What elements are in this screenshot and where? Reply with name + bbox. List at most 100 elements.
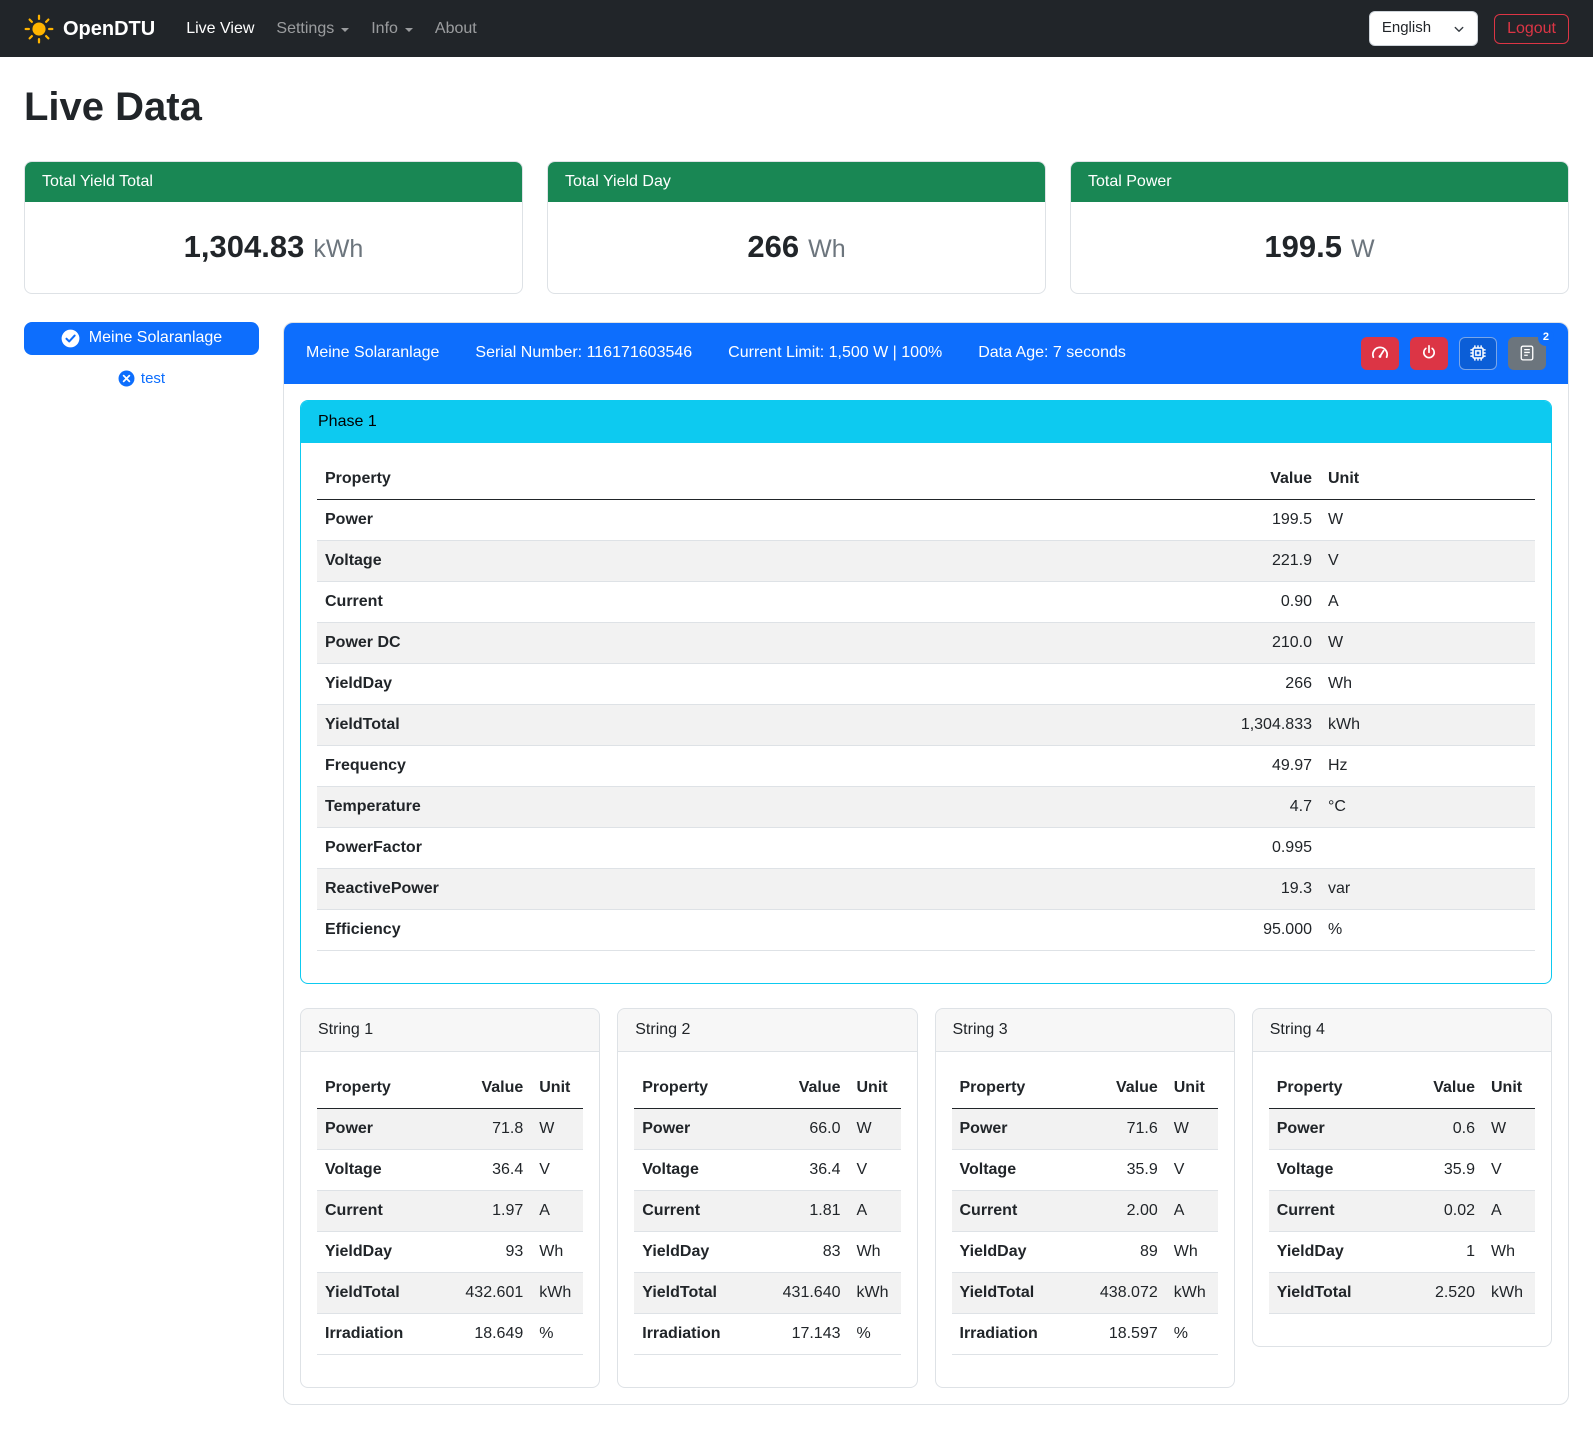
row-unit: A bbox=[1483, 1190, 1535, 1231]
table-row: Current 2.00 A bbox=[952, 1190, 1218, 1231]
row-unit: Wh bbox=[1320, 663, 1535, 704]
row-value: 432.601 bbox=[451, 1272, 531, 1313]
string-table-body: Power 0.6 W Voltage 35.9 V bbox=[1269, 1108, 1535, 1313]
row-property: YieldDay bbox=[1269, 1231, 1403, 1272]
table-row: Temperature 4.7 °C bbox=[317, 786, 1535, 827]
summary-unit: Wh bbox=[808, 231, 846, 269]
row-unit: W bbox=[531, 1108, 583, 1149]
string-table: Property Value Unit Power bbox=[317, 1068, 583, 1355]
nav-live-view[interactable]: Live View bbox=[175, 9, 265, 49]
summary-unit: W bbox=[1351, 231, 1375, 269]
inverter-select-label: Meine Solaranlage bbox=[89, 329, 222, 347]
row-unit: kWh bbox=[1166, 1272, 1218, 1313]
row-value: 2.00 bbox=[1086, 1190, 1166, 1231]
table-row: Power DC 210.0 W bbox=[317, 622, 1535, 663]
logout-button[interactable]: Logout bbox=[1494, 14, 1569, 44]
brand[interactable]: OpenDTU bbox=[24, 14, 155, 44]
table-row: Power 66.0 W bbox=[634, 1108, 900, 1149]
row-unit: kWh bbox=[849, 1272, 901, 1313]
table-row: YieldTotal 2.520 kWh bbox=[1269, 1272, 1535, 1313]
row-property: Power bbox=[317, 499, 1180, 540]
navbar-left: OpenDTU Live View Settings Info About bbox=[24, 9, 488, 49]
page-title: Live Data bbox=[24, 77, 1569, 137]
string-card-4: String 4 Property Value Unit bbox=[1252, 1008, 1552, 1347]
table-row: Current 1.81 A bbox=[634, 1190, 900, 1231]
row-value: 36.4 bbox=[769, 1149, 849, 1190]
row-property: Voltage bbox=[1269, 1149, 1403, 1190]
string-table-body: Power 71.8 W Voltage 36.4 V bbox=[317, 1108, 583, 1354]
row-value: 1.81 bbox=[769, 1190, 849, 1231]
table-row: Power 199.5 W bbox=[317, 499, 1535, 540]
table-row: Voltage 35.9 V bbox=[1269, 1149, 1535, 1190]
row-unit: A bbox=[1166, 1190, 1218, 1231]
nav-live-view-label: Live View bbox=[186, 17, 254, 41]
table-row: Irradiation 18.597 % bbox=[952, 1313, 1218, 1354]
limit-settings-button[interactable] bbox=[1361, 337, 1399, 370]
row-unit: A bbox=[1320, 581, 1535, 622]
summary-card-body: 1,304.83 kWh bbox=[25, 202, 522, 293]
row-value: 1 bbox=[1403, 1231, 1483, 1272]
row-value: 36.4 bbox=[451, 1149, 531, 1190]
table-row: Voltage 221.9 V bbox=[317, 540, 1535, 581]
table-row: YieldDay 83 Wh bbox=[634, 1231, 900, 1272]
row-unit: A bbox=[531, 1190, 583, 1231]
row-unit: Wh bbox=[531, 1231, 583, 1272]
event-log-button[interactable]: 2 bbox=[1508, 337, 1546, 370]
row-unit: % bbox=[849, 1313, 901, 1354]
row-value: 95.000 bbox=[1180, 909, 1320, 950]
sidebar-item-test[interactable]: test bbox=[24, 368, 259, 391]
table-row: YieldTotal 432.601 kWh bbox=[317, 1272, 583, 1313]
row-unit: V bbox=[849, 1149, 901, 1190]
power-toggle-button[interactable] bbox=[1410, 337, 1448, 370]
chevron-down-icon bbox=[341, 28, 349, 32]
nav-about[interactable]: About bbox=[424, 9, 488, 49]
nav-info-label: Info bbox=[371, 17, 398, 41]
string-card-3: String 3 Property Value Unit bbox=[935, 1008, 1235, 1388]
inverter-header: Meine Solaranlage Serial Number: 1161716… bbox=[284, 323, 1568, 384]
x-circle-icon bbox=[118, 370, 135, 387]
row-value: 0.6 bbox=[1403, 1108, 1483, 1149]
inverter-sidebar: Meine Solaranlage test bbox=[24, 322, 259, 391]
row-unit: V bbox=[1483, 1149, 1535, 1190]
phase-table-body: Power 199.5 W Voltage 221.9 V bbox=[317, 499, 1535, 950]
nav-settings[interactable]: Settings bbox=[265, 9, 360, 49]
table-row: YieldDay 266 Wh bbox=[317, 663, 1535, 704]
value-header: Value bbox=[451, 1068, 531, 1109]
row-property: Current bbox=[952, 1190, 1086, 1231]
string-card-body: Property Value Unit Power bbox=[1253, 1052, 1551, 1346]
nav-info[interactable]: Info bbox=[360, 9, 424, 49]
string-table: Property Value Unit Power bbox=[1269, 1068, 1535, 1314]
row-value: 266 bbox=[1180, 663, 1320, 704]
table-row: Power 71.8 W bbox=[317, 1108, 583, 1149]
string-card-title: String 3 bbox=[936, 1009, 1234, 1052]
row-property: YieldTotal bbox=[317, 1272, 451, 1313]
brand-label: OpenDTU bbox=[63, 14, 155, 44]
row-unit: W bbox=[1320, 499, 1535, 540]
row-unit: kWh bbox=[531, 1272, 583, 1313]
string-card-body: Property Value Unit Power bbox=[618, 1052, 916, 1387]
row-value: 19.3 bbox=[1180, 868, 1320, 909]
row-property: Power bbox=[952, 1108, 1086, 1149]
table-header-row: Property Value Unit bbox=[634, 1068, 900, 1109]
row-property: YieldTotal bbox=[952, 1272, 1086, 1313]
page-container: Live Data Total Yield Total 1,304.83 kWh… bbox=[0, 57, 1593, 1429]
table-row: Current 0.02 A bbox=[1269, 1190, 1535, 1231]
table-row: PowerFactor 0.995 bbox=[317, 827, 1535, 868]
string-card-title: String 4 bbox=[1253, 1009, 1551, 1052]
table-row: YieldTotal 1,304.833 kWh bbox=[317, 704, 1535, 745]
row-property: Irradiation bbox=[634, 1313, 768, 1354]
row-value: 1.97 bbox=[451, 1190, 531, 1231]
value-header: Value bbox=[769, 1068, 849, 1109]
row-value: 83 bbox=[769, 1231, 849, 1272]
device-info-button[interactable] bbox=[1459, 337, 1497, 370]
row-unit: Wh bbox=[1483, 1231, 1535, 1272]
row-value: 199.5 bbox=[1180, 499, 1320, 540]
row-property: YieldTotal bbox=[634, 1272, 768, 1313]
language-select[interactable]: English bbox=[1369, 11, 1478, 46]
row-unit: V bbox=[531, 1149, 583, 1190]
inverter-select-button[interactable]: Meine Solaranlage bbox=[24, 322, 259, 355]
check-circle-icon bbox=[61, 329, 80, 348]
row-value: 71.8 bbox=[451, 1108, 531, 1149]
table-row: YieldDay 1 Wh bbox=[1269, 1231, 1535, 1272]
event-count-badge: 2 bbox=[1538, 329, 1554, 346]
